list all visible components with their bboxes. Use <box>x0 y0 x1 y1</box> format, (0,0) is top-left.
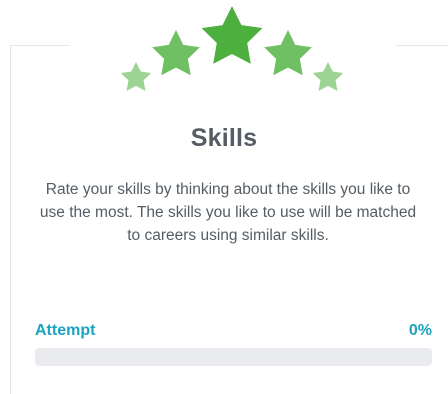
star-medium-right-icon <box>264 30 312 76</box>
star-medium-left-icon <box>152 30 200 76</box>
progress-value: 0% <box>408 322 432 339</box>
star-center-icon <box>201 6 263 64</box>
stars-rating-icon <box>120 6 344 91</box>
card-title: Skills <box>190 124 258 152</box>
progress-bar <box>35 348 432 366</box>
skills-card: Skills Rate your skills by thinking abou… <box>0 0 448 394</box>
card-border-top-left <box>10 45 70 46</box>
star-small-right-icon <box>312 62 344 91</box>
star-small-left-icon <box>120 62 152 91</box>
card-border-left <box>10 45 11 394</box>
card-description: Rate your skills by thinking about the s… <box>39 181 417 244</box>
card-border-top-right <box>396 45 448 46</box>
progress-label: Attempt <box>35 322 96 339</box>
